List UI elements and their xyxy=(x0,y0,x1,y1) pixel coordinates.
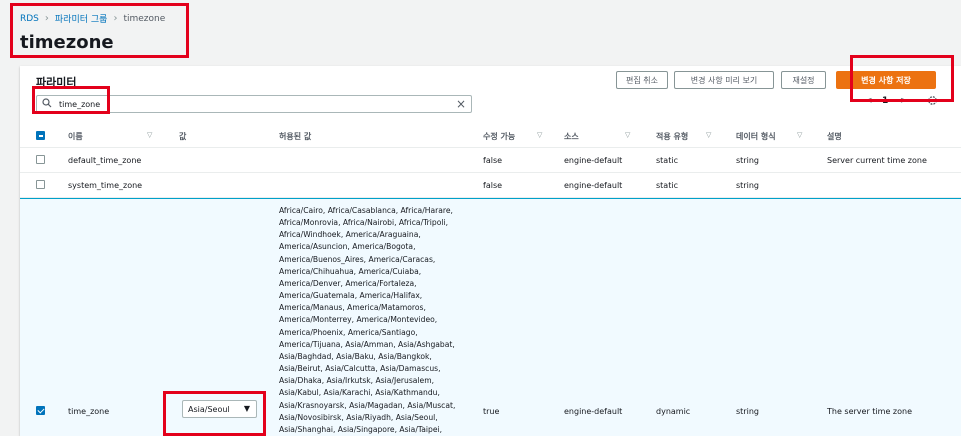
reset-button[interactable]: 재설정 xyxy=(781,71,826,89)
column-modifiable[interactable]: 수정 가능 xyxy=(483,131,515,142)
param-source: engine-default xyxy=(564,156,623,165)
param-data-type: string xyxy=(736,156,759,165)
param-modifiable: false xyxy=(483,156,503,165)
sort-caret-icon[interactable]: ▽ xyxy=(537,131,542,139)
param-modifiable: false xyxy=(483,181,503,190)
column-source[interactable]: 소스 xyxy=(564,131,579,142)
param-source: engine-default xyxy=(564,181,623,190)
highlight-save-box xyxy=(850,55,954,102)
param-apply-type: dynamic xyxy=(656,407,691,416)
table-row-selected[interactable]: time_zone Africa/Cairo, Africa/Casablanc… xyxy=(20,198,961,436)
table-row[interactable]: default_time_zone false engine-default s… xyxy=(20,148,961,173)
column-data-type[interactable]: 데이터 형식 xyxy=(736,131,776,142)
cancel-edit-button[interactable]: 편집 취소 xyxy=(616,71,668,89)
row-checkbox[interactable] xyxy=(36,180,45,189)
param-allowed-values: Africa/Cairo, Africa/Casablanca, Africa/… xyxy=(279,206,456,434)
select-all-checkbox[interactable] xyxy=(36,131,45,140)
parameters-panel: 파라미터 편집 취소 변경 사항 미리 보기 재설정 변경 사항 저장 time… xyxy=(20,66,961,436)
param-name: system_time_zone xyxy=(68,181,143,190)
param-name: default_time_zone xyxy=(68,156,142,165)
highlight-title-box xyxy=(10,3,189,58)
param-data-type: string xyxy=(736,407,759,416)
sort-caret-icon[interactable]: ▽ xyxy=(706,131,711,139)
column-value[interactable]: 값 xyxy=(179,131,186,142)
sort-caret-icon[interactable]: ▽ xyxy=(797,131,802,139)
highlight-value-box xyxy=(163,391,266,436)
param-description: The server time zone xyxy=(827,407,912,416)
param-data-type: string xyxy=(736,181,759,190)
table-header: 이름 ▽ 값 허용된 값 수정 가능 ▽ 소스 ▽ 적용 유형 ▽ 데이터 형식… xyxy=(20,125,961,148)
column-apply-type[interactable]: 적용 유형 xyxy=(656,131,688,142)
sort-caret-icon[interactable]: ▽ xyxy=(625,131,630,139)
param-name: time_zone xyxy=(68,407,110,416)
row-checkbox-checked[interactable] xyxy=(36,406,45,415)
param-apply-type: static xyxy=(656,181,678,190)
table-row[interactable]: system_time_zone false engine-default st… xyxy=(20,173,961,198)
column-allowed-values[interactable]: 허용된 값 xyxy=(279,131,311,142)
param-apply-type: static xyxy=(656,156,678,165)
sort-caret-icon[interactable]: ▽ xyxy=(147,131,152,139)
param-description: Server current time zone xyxy=(827,156,927,165)
clear-search-icon[interactable]: × xyxy=(456,97,466,111)
column-description[interactable]: 설명 xyxy=(827,131,842,142)
param-source: engine-default xyxy=(564,407,623,416)
preview-changes-button[interactable]: 변경 사항 미리 보기 xyxy=(674,71,774,89)
highlight-search-box xyxy=(32,86,110,114)
param-modifiable: true xyxy=(483,407,500,416)
column-name[interactable]: 이름 xyxy=(68,131,83,142)
row-checkbox[interactable] xyxy=(36,155,45,164)
